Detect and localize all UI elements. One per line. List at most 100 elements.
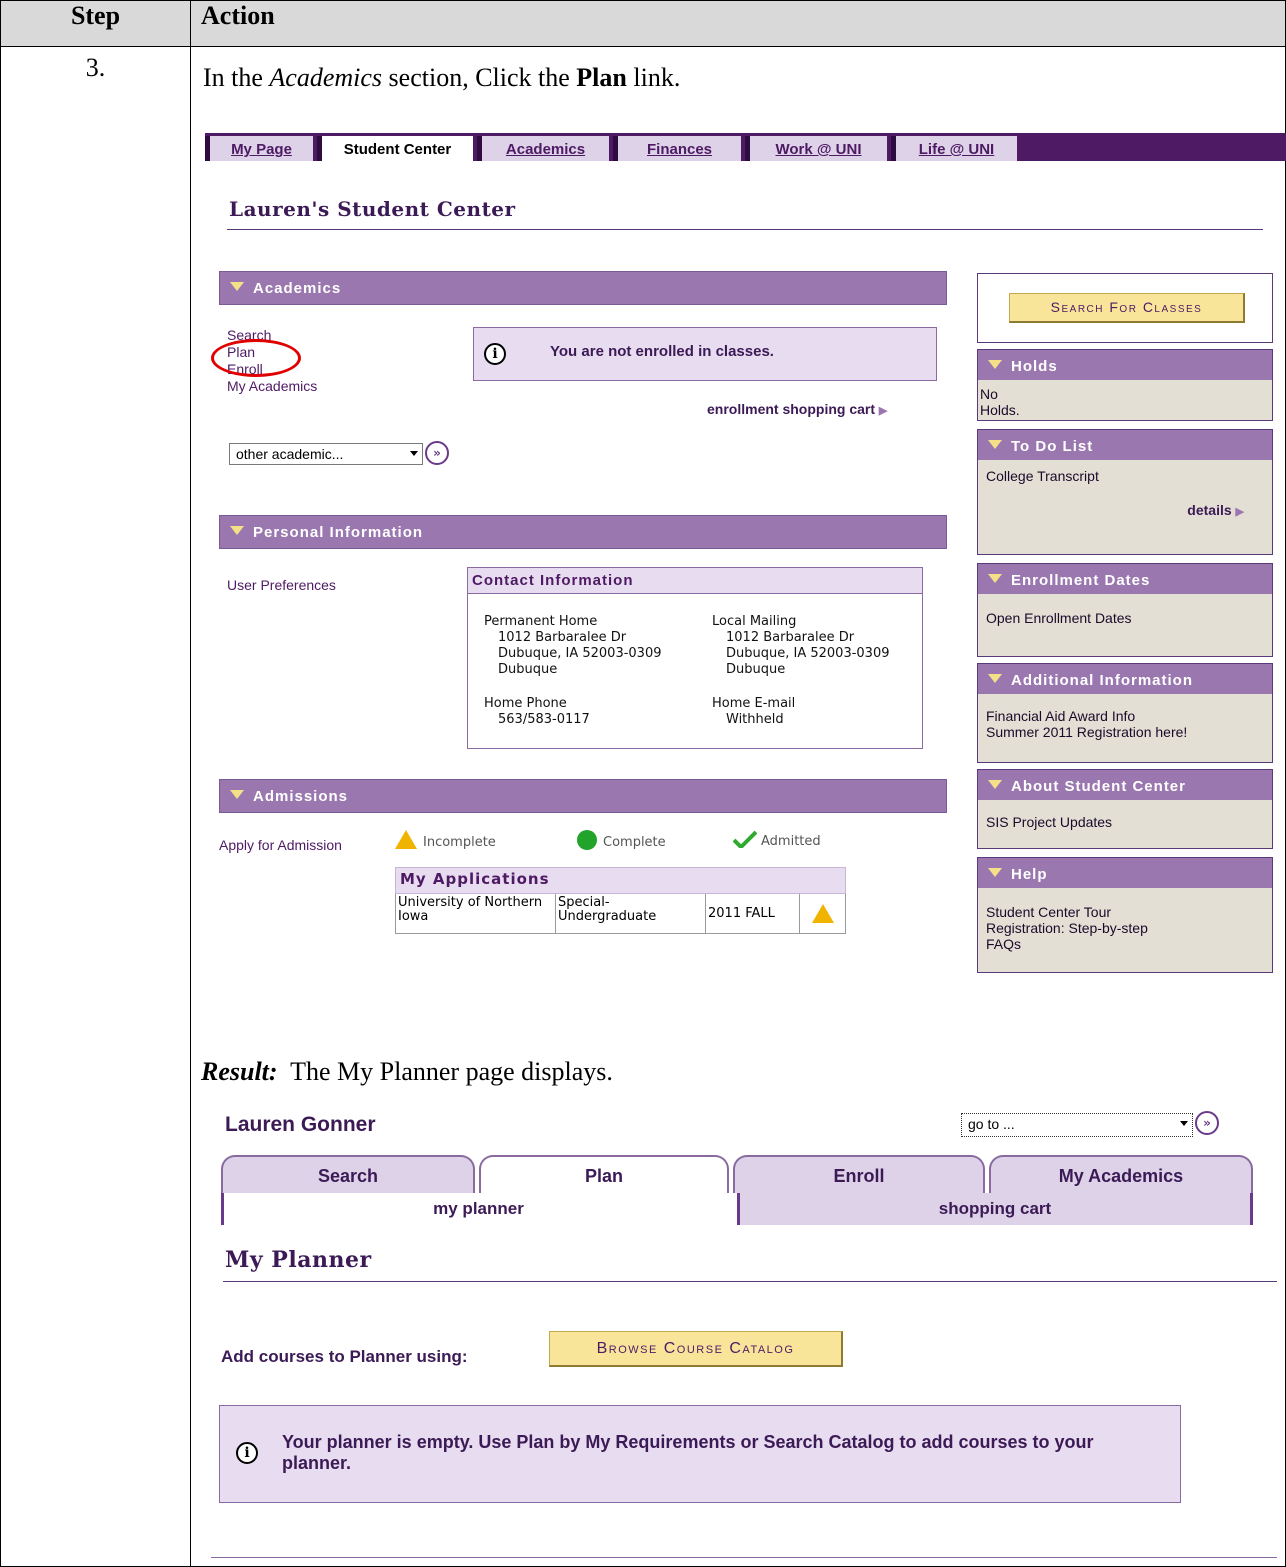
link-my-academics[interactable]: My Academics (227, 378, 317, 395)
holds-box: Holds No Holds. (977, 349, 1273, 421)
summer-registration-link[interactable]: Summer 2011 Registration here! (986, 724, 1264, 740)
enrollment-dates-box: Enrollment Dates Open Enrollment Dates (977, 563, 1273, 657)
result-text: Result: The My Planner page displays. (201, 1057, 613, 1087)
go-arrow-icon[interactable]: » (1195, 1111, 1219, 1135)
app-status (799, 893, 846, 934)
admissions-section-header[interactable]: Admissions (219, 779, 947, 813)
collapse-triangle-icon (230, 282, 244, 291)
tab-student-center[interactable]: Student Center (317, 136, 473, 161)
planner-empty-notice: i Your planner is empty. Use Plan by My … (219, 1405, 1181, 1503)
planner-title-divider (223, 1281, 1277, 1282)
chevron-down-icon (410, 451, 418, 456)
legend-complete: Complete (577, 830, 666, 850)
browse-course-catalog-button[interactable]: Browse Course Catalog (549, 1331, 843, 1367)
additional-info-box: Additional Information Financial Aid Awa… (977, 663, 1273, 763)
applications-heading: My Applications (395, 867, 846, 894)
legend-admitted: Admitted (733, 830, 821, 849)
collapse-triangle-icon (988, 360, 1002, 369)
about-student-center-box: About Student Center SIS Project Updates (977, 769, 1273, 849)
phone-label: Home Phone (484, 696, 567, 711)
personal-section-header[interactable]: Personal Information (219, 515, 947, 549)
student-center-title: Lauren's Student Center (229, 197, 516, 221)
help-box: Help Student Center Tour Registration: S… (977, 857, 1273, 973)
todo-details-link[interactable]: details ▶ (1187, 502, 1244, 518)
email-value: Withheld (726, 712, 784, 727)
instruction-suffix: link. (626, 63, 681, 92)
warning-icon (811, 903, 834, 923)
app-program: Special-Undergraduate (555, 893, 706, 934)
instruction-section: Academics (269, 63, 383, 92)
holds-text: No Holds. (980, 386, 1020, 418)
other-academic-select[interactable]: other academic... (229, 443, 423, 465)
sis-updates-link[interactable]: SIS Project Updates (978, 800, 1272, 838)
todo-header[interactable]: To Do List (978, 430, 1272, 460)
admissions-heading: Admissions (253, 788, 349, 805)
enrollment-dates-heading: Enrollment Dates (1011, 572, 1151, 589)
tab-finances[interactable]: Finances (613, 136, 741, 161)
chevron-down-icon (1180, 1121, 1188, 1126)
instruction-link-name: Plan (576, 63, 627, 92)
enrollment-cart-link[interactable]: enrollment shopping cart ▶ (707, 401, 887, 417)
tab-life-at-uni[interactable]: Life @ UNI (891, 136, 1017, 161)
subtab-my-planner[interactable]: my planner (221, 1193, 733, 1225)
checkmark-icon (733, 830, 757, 848)
tab-plan[interactable]: Plan (479, 1155, 729, 1193)
academics-section-header[interactable]: Academics (219, 271, 947, 305)
holds-heading: Holds (1011, 358, 1058, 375)
local-line3: Dubuque (726, 662, 786, 677)
contact-heading: Contact Information (468, 568, 922, 594)
holds-header[interactable]: Holds (978, 350, 1272, 380)
result-description: The My Planner page displays. (277, 1057, 613, 1086)
local-line2: Dubuque, IA 52003-0309 (726, 646, 890, 661)
home-phone: Home Phone 563/583-0117 (484, 696, 590, 728)
enrollment-dates-header[interactable]: Enrollment Dates (978, 564, 1272, 594)
local-line1: 1012 Barbaralee Dr (726, 630, 855, 645)
financial-aid-link[interactable]: Financial Aid Award Info (986, 708, 1264, 724)
collapse-triangle-icon (230, 526, 244, 535)
user-preferences-link[interactable]: User Preferences (227, 577, 336, 593)
academics-heading: Academics (253, 280, 342, 297)
tab-enroll[interactable]: Enroll (733, 1155, 985, 1193)
collapse-triangle-icon (988, 440, 1002, 449)
search-for-classes-button[interactable]: Search For Classes (1009, 293, 1245, 323)
todo-heading: To Do List (1011, 438, 1094, 455)
additional-info-header[interactable]: Additional Information (978, 664, 1272, 694)
contact-information-box: Contact Information Permanent Home 1012 … (467, 567, 923, 749)
student-name: Lauren Gonner (225, 1113, 376, 1136)
table-row: 3. In the Academics section, Click the P… (0, 46, 1286, 1567)
my-applications-table: My Applications University of Northern I… (395, 867, 846, 934)
student-center-tour-link[interactable]: Student Center Tour (986, 904, 1264, 920)
collapse-triangle-icon (988, 674, 1002, 683)
registration-steps-link[interactable]: Registration: Step-by-step (986, 920, 1264, 936)
phone-value: 563/583-0117 (498, 712, 590, 727)
go-arrow-icon[interactable]: » (425, 441, 449, 465)
bottom-divider (211, 1557, 1277, 1558)
open-enrollment-dates-link[interactable]: Open Enrollment Dates (978, 594, 1272, 634)
goto-select[interactable]: go to ... (961, 1113, 1193, 1137)
tab-my-academics[interactable]: My Academics (989, 1155, 1253, 1193)
collapse-triangle-icon (988, 574, 1002, 583)
action-cell: In the Academics section, Click the Plan… (190, 46, 1286, 1567)
legend-incomplete-text: Incomplete (423, 835, 496, 850)
title-divider (227, 229, 1263, 230)
todo-item: College Transcript (986, 468, 1099, 484)
collapse-triangle-icon (988, 868, 1002, 877)
about-header[interactable]: About Student Center (978, 770, 1272, 800)
app-term: 2011 FALL (705, 893, 800, 934)
tab-academics[interactable]: Academics (477, 136, 609, 161)
apply-for-admission-link[interactable]: Apply for Admission (219, 837, 342, 853)
top-tab-bar: My Page Student Center Academics Finance… (205, 133, 1286, 161)
permanent-address: Permanent Home 1012 Barbaralee Dr Dubuqu… (484, 614, 661, 678)
help-header[interactable]: Help (978, 858, 1272, 888)
perm-line3: Dubuque (498, 662, 558, 677)
instruction-text: In the Academics section, Click the Plan… (203, 63, 680, 93)
perm-line1: 1012 Barbaralee Dr (498, 630, 627, 645)
subtab-shopping-cart[interactable]: shopping cart (737, 1193, 1253, 1225)
not-enrolled-notice: i You are not enrolled in classes. (473, 327, 937, 381)
faqs-link[interactable]: FAQs (986, 936, 1264, 952)
additional-info-heading: Additional Information (1011, 672, 1193, 689)
tab-my-page[interactable]: My Page (205, 136, 313, 161)
step-number: 3. (0, 46, 191, 1567)
tab-work-at-uni[interactable]: Work @ UNI (745, 136, 887, 161)
tab-search[interactable]: Search (221, 1155, 475, 1193)
